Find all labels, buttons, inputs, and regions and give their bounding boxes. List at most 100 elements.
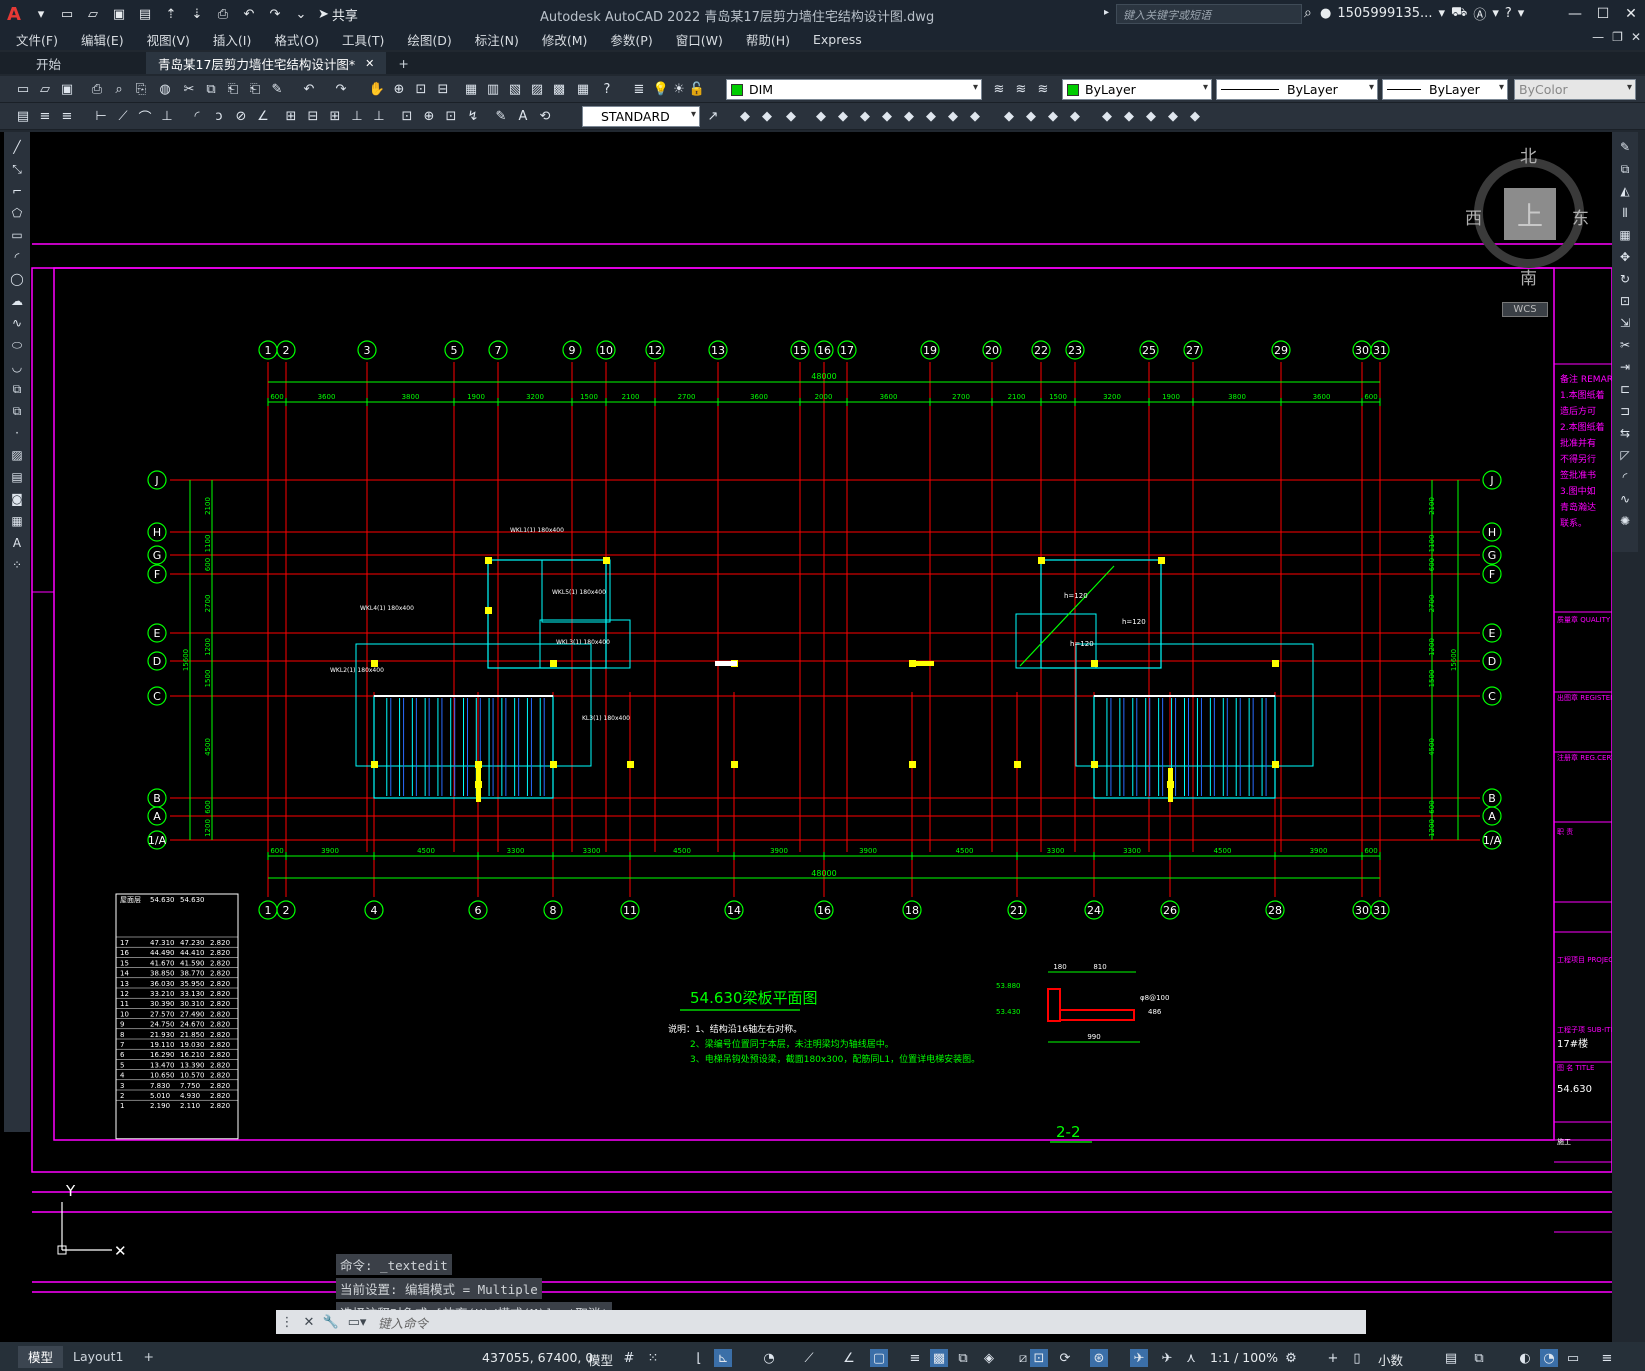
layer-sun-icon[interactable]: ☀ xyxy=(670,80,688,98)
explode-icon[interactable]: ✺ xyxy=(1616,512,1634,530)
plotstyle-combo[interactable]: ByColor ▾ xyxy=(1514,79,1636,100)
add-selected-icon[interactable]: ⁘ xyxy=(8,556,26,574)
dim-update-icon[interactable]: ⟲ xyxy=(536,107,554,125)
drawing-canvas[interactable]: 备注 REMARK 1.本图纸着造后方可 2.本图纸着批准并有不得另行签批准书 3.图… xyxy=(0,132,1612,1342)
menu-modify[interactable]: 修改(M) xyxy=(542,30,588,49)
dim-jogged-icon[interactable]: ↄ xyxy=(210,107,228,125)
dim-diameter-icon[interactable]: ⊘ xyxy=(232,107,250,125)
coordinate-readout[interactable]: 437055, 67400, 0 xyxy=(482,1350,593,1365)
menu-file[interactable]: 文件(F) xyxy=(16,30,58,49)
lineweight-combo[interactable]: ByLayer ▾ xyxy=(1382,79,1508,100)
copy-icon[interactable]: ⧉ xyxy=(202,80,220,98)
3d-osnap-icon[interactable]: ◈ xyxy=(980,1349,998,1367)
expand-search-icon[interactable]: ▸ xyxy=(1104,7,1109,18)
menu-edit[interactable]: 编辑(E) xyxy=(81,30,124,49)
menu-dimension[interactable]: 标注(N) xyxy=(475,30,519,49)
grid-icon[interactable]: # xyxy=(620,1349,638,1367)
compass-south[interactable]: 南 xyxy=(1520,264,1537,289)
viewcube[interactable]: 上 北 南 东 西 xyxy=(1464,147,1594,289)
modify-icon-6[interactable]: ◆ xyxy=(856,107,874,125)
stretch-icon[interactable]: ⇲ xyxy=(1616,314,1634,332)
arc-icon[interactable]: ◜ xyxy=(8,248,26,266)
insert-block-icon[interactable]: ⧉ xyxy=(8,380,26,398)
dim-angular-icon[interactable]: ∠ xyxy=(254,107,272,125)
menu-insert[interactable]: 插入(I) xyxy=(213,30,251,49)
make-block-icon[interactable]: ⧉ xyxy=(8,402,26,420)
app-caret-icon[interactable]: ▾ xyxy=(1492,6,1499,21)
open-web-icon[interactable]: ⇡ xyxy=(160,3,182,25)
open-icon[interactable]: ▱ xyxy=(36,80,54,98)
polyline-icon[interactable]: ⌐ xyxy=(8,182,26,200)
spline-icon[interactable]: ∿ xyxy=(8,314,26,332)
recent-commands-icon[interactable]: ▭▾ xyxy=(342,1315,372,1330)
sheet-icon[interactable]: ▤ xyxy=(14,107,32,125)
blend-curves-icon[interactable]: ∿ xyxy=(1616,490,1634,508)
modify-icon-9[interactable]: ◆ xyxy=(922,107,940,125)
autodesk-app-icon[interactable]: Ⓐ xyxy=(1473,4,1486,23)
sheet-set-icon[interactable]: ▨ xyxy=(528,80,546,98)
object-snap-icon[interactable]: ▢ xyxy=(870,1349,888,1367)
mtext-icon[interactable]: A xyxy=(8,534,26,552)
cart-icon[interactable]: ⛟ xyxy=(1451,5,1467,22)
compass-north[interactable]: 北 xyxy=(1520,142,1537,167)
clean-screen-icon[interactable]: ▭ xyxy=(1564,1349,1582,1367)
stack-icon[interactable]: ≡ xyxy=(36,107,54,125)
markup-icon[interactable]: ▩ xyxy=(550,80,568,98)
workspace-icon[interactable]: ⋏ xyxy=(1182,1349,1200,1367)
chamfer-icon[interactable]: ◸ xyxy=(1616,446,1634,464)
isolate-objects-icon[interactable]: ◐ xyxy=(1516,1349,1534,1367)
tab-layout1[interactable]: Layout1 xyxy=(63,1346,133,1368)
annotation-visibility-icon[interactable]: ⊛ xyxy=(1090,1349,1108,1367)
ortho-icon[interactable]: ⊾ xyxy=(714,1349,732,1367)
annotation-scale-icon[interactable]: ✈ xyxy=(1158,1349,1176,1367)
command-input[interactable]: 键入命令 xyxy=(378,1313,428,1332)
menu-express[interactable]: Express xyxy=(813,32,862,47)
ellipse-icon[interactable]: ⬭ xyxy=(8,336,26,354)
units-icon[interactable]: ▯ xyxy=(1348,1349,1366,1367)
help-caret-icon[interactable]: ▾ xyxy=(1518,6,1525,21)
isodraft-icon[interactable]: ⟋ xyxy=(800,1349,818,1367)
dim-continue-icon[interactable]: ⊞ xyxy=(326,107,344,125)
layer-lock-icon[interactable]: 🔓 xyxy=(688,80,706,98)
point-icon[interactable]: · xyxy=(8,424,26,442)
mirror-icon[interactable]: ◭ xyxy=(1616,182,1634,200)
modify-icon-3[interactable]: ◆ xyxy=(782,107,800,125)
tool-palettes-icon[interactable]: ▧ xyxy=(506,80,524,98)
search-input[interactable]: 键入关键字或短语 xyxy=(1116,4,1302,24)
modify-icon-2[interactable]: ◆ xyxy=(758,107,776,125)
help-icon[interactable]: ? xyxy=(598,80,616,98)
array-icon[interactable]: ▦ xyxy=(1616,226,1634,244)
close-button[interactable]: ✕ xyxy=(1617,0,1645,28)
customize-wrench-icon[interactable]: 🔧 xyxy=(320,1315,342,1330)
modify-icon-7[interactable]: ◆ xyxy=(878,107,896,125)
viewcube-top-face[interactable]: 上 xyxy=(1504,188,1556,240)
quick-dim-icon[interactable]: ⊞ xyxy=(282,107,300,125)
rotate-icon[interactable]: ↻ xyxy=(1616,270,1634,288)
line-icon[interactable]: ╱ xyxy=(8,138,26,156)
offset-icon[interactable]: ⫴ xyxy=(1616,204,1634,222)
snap-icon[interactable]: ⁙ xyxy=(644,1349,662,1367)
properties-icon[interactable]: ▦ xyxy=(462,80,480,98)
units-value[interactable]: 小数 xyxy=(1378,1350,1403,1369)
region-icon[interactable]: ◙ xyxy=(8,490,26,508)
save-web-icon[interactable]: ⇣ xyxy=(186,3,208,25)
circle-icon[interactable]: ◯ xyxy=(8,270,26,288)
compass-west[interactable]: 西 xyxy=(1465,204,1482,229)
dim-break-icon[interactable]: ⊥ xyxy=(370,107,388,125)
break-at-point-icon[interactable]: ⊏ xyxy=(1616,380,1634,398)
save-icon[interactable]: ▣ xyxy=(108,3,130,25)
modify-icon-19[interactable]: ◆ xyxy=(1164,107,1182,125)
tolerance-icon[interactable]: ⊡ xyxy=(398,107,416,125)
modify-icon-17[interactable]: ◆ xyxy=(1120,107,1138,125)
add-layout-button[interactable]: + xyxy=(133,1346,163,1368)
menu-tools[interactable]: 工具(T) xyxy=(342,30,384,49)
center-mark-icon[interactable]: ⊕ xyxy=(420,107,438,125)
settings-gear-icon[interactable]: ⚙ xyxy=(1282,1349,1300,1367)
help-icon[interactable]: ? xyxy=(1505,6,1512,21)
table-icon[interactable]: ▦ xyxy=(8,512,26,530)
inspect-icon[interactable]: ⊡ xyxy=(442,107,460,125)
doc-close-button[interactable]: ✕ xyxy=(1631,30,1641,44)
user-account[interactable]: ● 1505999135... ▾ ⛟ Ⓐ ▾ ? ▾ xyxy=(1320,4,1524,23)
paste-special-icon[interactable]: ⎗ xyxy=(246,80,264,98)
open-file-icon[interactable]: ▱ xyxy=(82,3,104,25)
